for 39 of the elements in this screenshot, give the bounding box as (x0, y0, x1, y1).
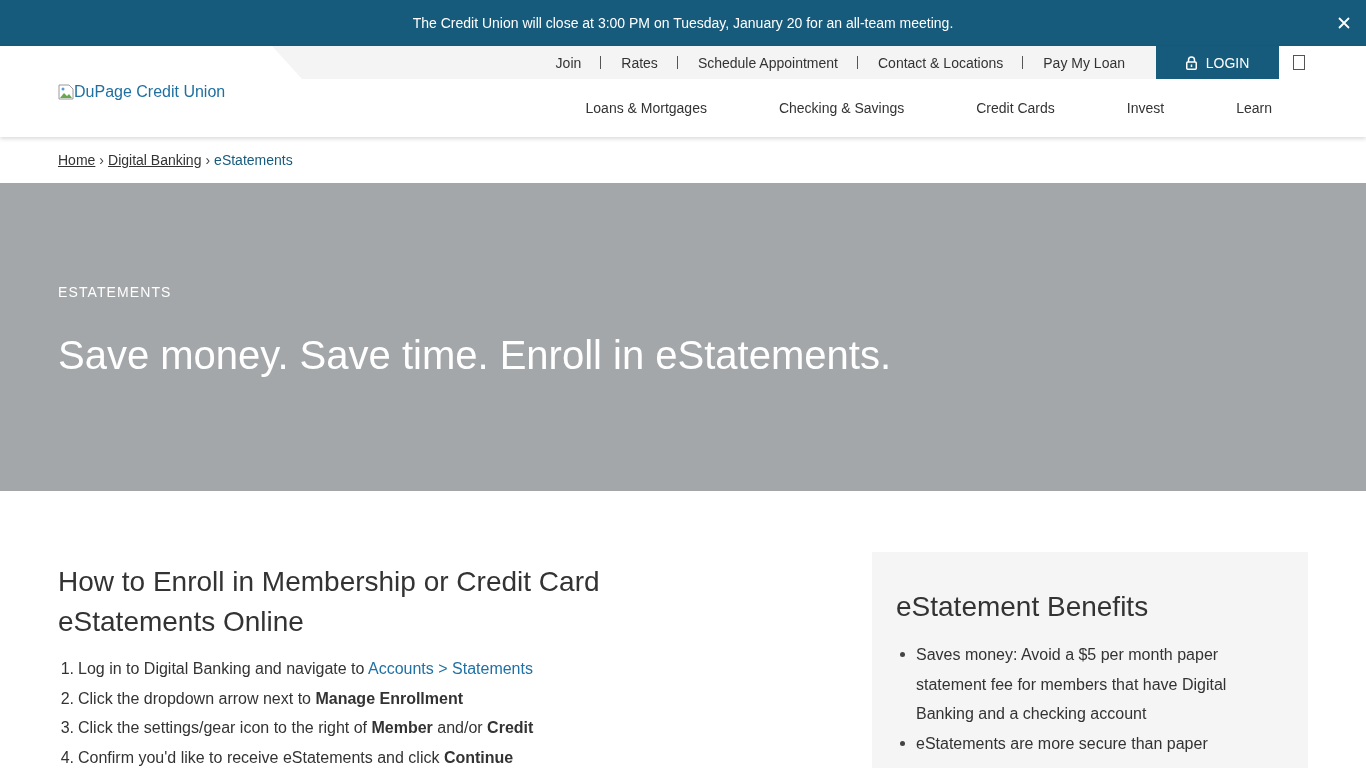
statements-link[interactable]: Accounts > Statements (368, 660, 533, 677)
step-text: Confirm you'd like to receive eStatements and click Continue (78, 747, 514, 768)
utility-link[interactable]: Join (555, 54, 582, 71)
step-text: Log in to Digital Banking and navigate to Accounts > Statements (78, 659, 533, 679)
step-number: 1. (59, 659, 74, 679)
breadcrumb-current[interactable]: eStatements (214, 152, 293, 168)
step-number: 3. (59, 718, 74, 739)
utility-link[interactable]: Pay My Loan (1043, 54, 1125, 71)
nav-link[interactable]: Learn (1236, 100, 1272, 116)
login-button[interactable]: LOGIN (1156, 46, 1279, 79)
breadcrumb-separator: › (205, 152, 211, 168)
benefits-heading: eStatement Benefits (896, 590, 1150, 624)
nav-link[interactable]: Credit Cards (976, 100, 1055, 116)
step-text: Click the settings/gear icon to the right of Member and/or Credit (78, 718, 534, 739)
breadcrumb-link[interactable]: Digital Banking (108, 152, 202, 168)
hero-eyebrow: ESTATEMENTS (58, 283, 173, 302)
nav-link[interactable]: Loans & Mortgages (585, 100, 707, 116)
utility-link[interactable]: Schedule Appointment (697, 54, 838, 71)
bullet-icon (900, 740, 905, 746)
breadcrumb-link[interactable]: Home (58, 152, 96, 168)
step-text: Click the dropdown arrow next to Manage Enrollment (78, 688, 464, 709)
breadcrumb-separator: › (99, 152, 105, 168)
benefit-text: eStatements are more secure than paper (916, 733, 1209, 754)
nav-link[interactable]: Checking & Savings (778, 100, 905, 116)
logo-link[interactable]: DuPage Credit Union (58, 82, 226, 101)
nav-link[interactable]: Invest (1126, 100, 1165, 116)
close-icon (1338, 17, 1350, 29)
alert-message: The Credit Union will close at 3:00 PM on Tuesday, January 20 for an all-team meeting. (412, 15, 954, 31)
utility-link[interactable]: Rates (621, 54, 658, 71)
step-number: 2. (59, 688, 74, 709)
utility-link[interactable]: Contact & Locations (878, 54, 1004, 71)
section-heading: How to Enroll in Membership or Credit Card eStatements Online (58, 565, 601, 639)
broken-image-icon (58, 83, 74, 100)
lock-icon (1185, 55, 1197, 70)
step-number: 4. (59, 747, 74, 768)
hero-title: Save money. Save time. Enroll in eStatements. (58, 332, 892, 379)
bullet-icon (900, 652, 905, 657)
close-button[interactable] (1336, 15, 1352, 31)
square-outline-icon[interactable] (1293, 55, 1305, 70)
